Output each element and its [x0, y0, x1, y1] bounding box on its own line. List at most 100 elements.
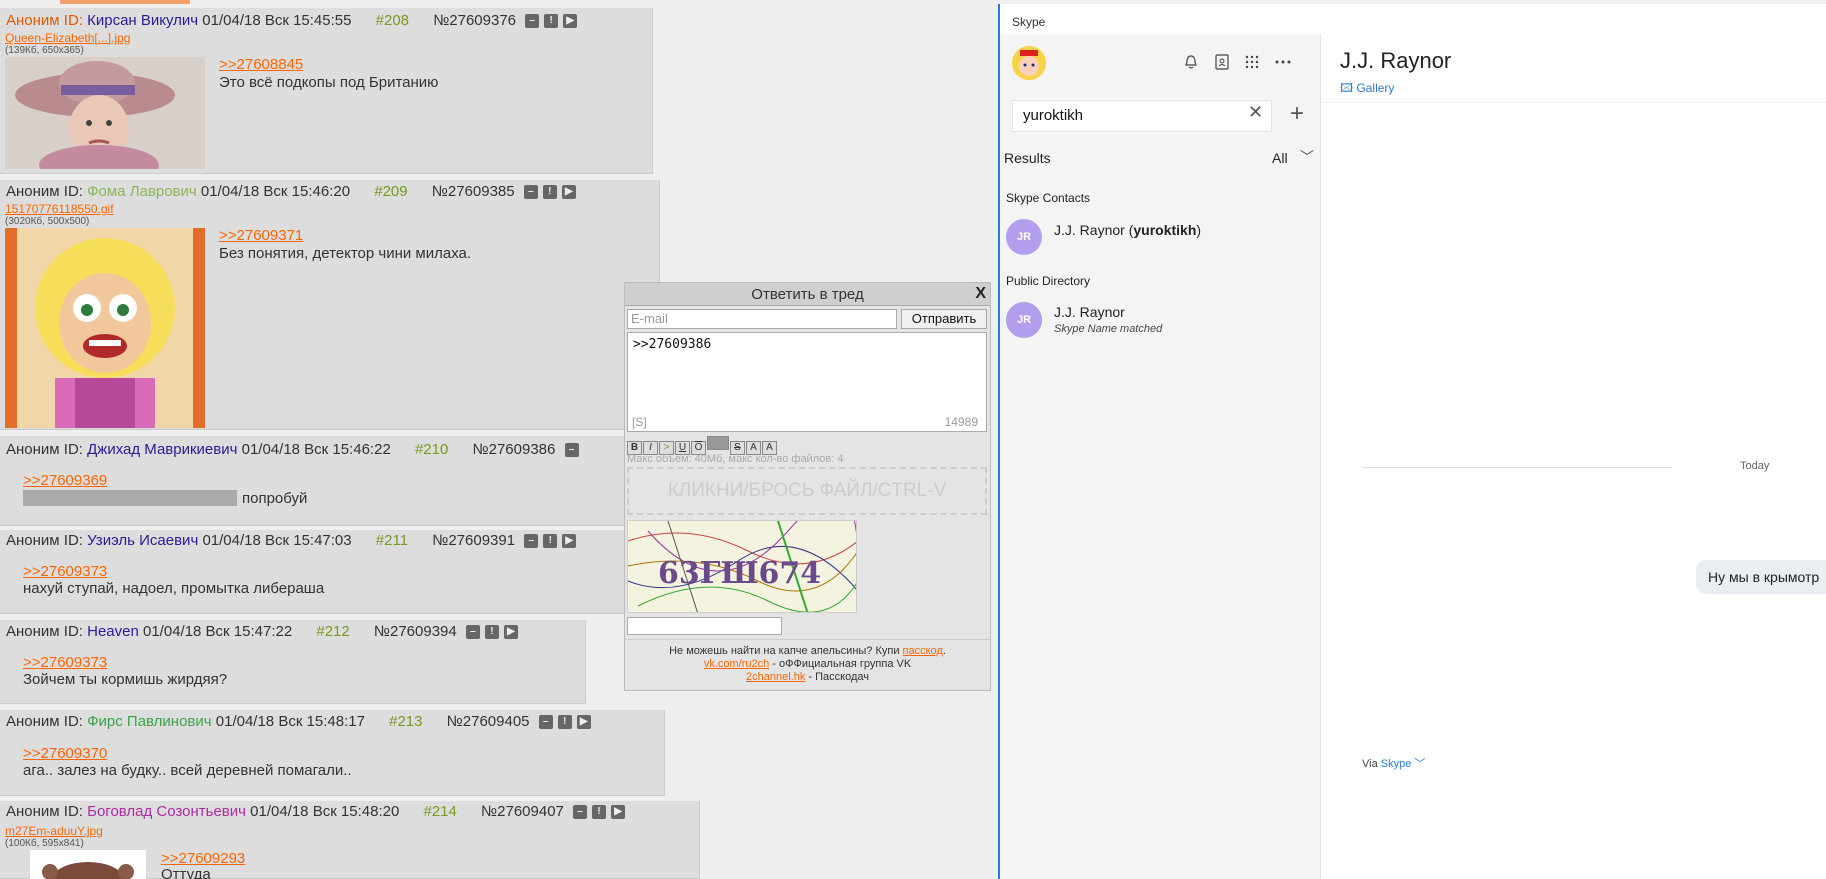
report-icon[interactable]: !: [484, 625, 499, 640]
skype-window: Skype yuroktikh ✕ + Results All ﹀ Skype …: [998, 4, 1826, 879]
post-number[interactable]: #209: [374, 183, 407, 200]
hide-icon[interactable]: –: [564, 443, 579, 458]
reply-link[interactable]: >>27609371: [219, 227, 303, 244]
post-id[interactable]: №27609391: [432, 532, 515, 549]
dialpad-icon[interactable]: [1244, 54, 1260, 75]
search-input[interactable]: yuroktikh: [1012, 100, 1272, 132]
post-message: Оттуда: [161, 866, 211, 879]
post-id[interactable]: №27609385: [432, 183, 515, 200]
directory-avatar[interactable]: JR: [1006, 302, 1042, 338]
send-button[interactable]: Отправить: [901, 309, 987, 329]
queen-image: [5, 57, 205, 169]
reply-link[interactable]: >>27609293: [161, 850, 245, 867]
footer-line-2: vk.com/ru2ch - оФФициальная группа VK: [625, 658, 990, 671]
post-header: Аноним ID: Джихад Маврикиевич 01/04/18 В…: [6, 441, 579, 458]
passcode-link[interactable]: пасскод: [903, 645, 943, 657]
report-icon[interactable]: !: [543, 534, 558, 549]
reply-link[interactable]: >>27609370: [23, 745, 107, 762]
contact-handle: yuroktikh: [1133, 222, 1197, 238]
spoiler-button[interactable]: [707, 436, 729, 450]
avatar[interactable]: [1012, 46, 1046, 80]
reply-link[interactable]: >>27608845: [219, 56, 303, 73]
directory-name[interactable]: J.J. Raynor: [1054, 304, 1125, 320]
post-date: 01/04/18 Вск 15:47:22: [143, 623, 293, 640]
play-icon[interactable]: ▶: [562, 534, 577, 549]
play-icon[interactable]: ▶: [563, 14, 578, 29]
post-date: 01/04/18 Вск 15:45:55: [202, 12, 352, 29]
report-icon[interactable]: !: [557, 715, 572, 730]
post-id[interactable]: №27609394: [374, 623, 457, 640]
play-icon[interactable]: ▶: [503, 625, 518, 640]
chat-title[interactable]: J.J. Raynor: [1340, 48, 1451, 74]
post-number[interactable]: #213: [389, 713, 422, 730]
hide-icon[interactable]: –: [524, 534, 539, 549]
hide-icon[interactable]: –: [465, 625, 480, 640]
attachment-filename[interactable]: m27Em-aduuY.jpg: [5, 824, 103, 838]
avatar-image: [1012, 46, 1046, 80]
window-title: Skype: [1012, 15, 1046, 29]
contacts-icon[interactable]: [1214, 54, 1230, 75]
add-icon[interactable]: +: [1290, 100, 1304, 128]
email-field[interactable]: E-mail: [627, 309, 897, 329]
comment-textarea[interactable]: >>27609386 [S] 14989: [627, 332, 987, 432]
post-id[interactable]: №27609405: [447, 713, 530, 730]
post-number[interactable]: #208: [376, 12, 409, 29]
anon-label: Аноним ID:: [6, 532, 83, 549]
comment-text: >>27609386: [633, 337, 712, 352]
post-id[interactable]: №27609376: [433, 12, 516, 29]
anon-label: Аноним ID:: [6, 12, 83, 29]
attachment-filename[interactable]: 15170776118550.gif: [5, 202, 114, 216]
post-id[interactable]: №27609407: [481, 803, 564, 820]
bell-icon[interactable]: [1183, 54, 1199, 75]
attachment-thumbnail[interactable]: [30, 850, 146, 879]
close-icon[interactable]: X: [975, 285, 986, 303]
post-number[interactable]: #211: [376, 532, 408, 549]
reply-form-title[interactable]: Ответить в тред: [625, 283, 990, 306]
chevron-down-icon[interactable]: ﹀: [1300, 147, 1314, 167]
hide-icon[interactable]: –: [573, 805, 588, 820]
captcha-input[interactable]: [627, 617, 782, 635]
reply-link[interactable]: >>27609369: [23, 472, 107, 489]
captcha-image[interactable]: 63ГШ674: [627, 520, 857, 613]
report-icon[interactable]: !: [542, 185, 557, 200]
filter-select[interactable]: All: [1272, 150, 1288, 166]
post-number[interactable]: #214: [424, 803, 457, 820]
more-options-icon[interactable]: [1275, 54, 1291, 75]
play-icon[interactable]: ▶: [561, 185, 576, 200]
attachment-thumbnail[interactable]: [5, 57, 205, 169]
attachment-thumbnail[interactable]: [5, 228, 205, 428]
results-label: Results: [1004, 150, 1051, 166]
post-header: Аноним ID: Кирсан Викулич 01/04/18 Вск 1…: [6, 12, 578, 29]
report-icon[interactable]: !: [592, 805, 607, 820]
gallery-link[interactable]: 🖾 Gallery: [1340, 79, 1394, 100]
file-limits: Макс объем: 40Мб, макс кол-во файлов: 4: [627, 453, 844, 465]
chevron-down-icon[interactable]: ﹀: [1411, 758, 1425, 770]
reply-link[interactable]: >>27609373: [23, 654, 107, 671]
via-skype-link[interactable]: Skype: [1381, 758, 1412, 770]
post-number[interactable]: #212: [316, 623, 349, 640]
hide-icon[interactable]: –: [525, 14, 540, 29]
post-message: попробуй: [242, 490, 308, 507]
post-number[interactable]: #210: [415, 441, 448, 458]
post-id[interactable]: №27609386: [473, 441, 556, 458]
contact-result[interactable]: J.J. Raynor (yuroktikh): [1054, 222, 1201, 238]
contact-avatar[interactable]: JR: [1006, 219, 1042, 255]
footer-text: Не можешь найти на капче апельсины? Купи: [669, 645, 903, 657]
file-dropzone[interactable]: КЛИКНИ/БРОСЬ ФАЙЛ/CTRL-V: [627, 467, 987, 515]
report-icon[interactable]: !: [544, 14, 559, 29]
message-bubble[interactable]: Ну мы в крымотр: [1696, 560, 1826, 594]
date-label: Today: [1740, 460, 1770, 472]
contact-name: J.J. Raynor: [1054, 222, 1125, 238]
play-icon[interactable]: ▶: [611, 805, 626, 820]
2channel-link[interactable]: 2channel.hk: [746, 671, 805, 683]
anon-label: Аноним ID:: [6, 183, 83, 200]
play-icon[interactable]: ▶: [576, 715, 591, 730]
close-icon[interactable]: ✕: [1248, 102, 1263, 123]
hide-icon[interactable]: –: [523, 185, 538, 200]
hide-icon[interactable]: –: [538, 715, 553, 730]
spoiler-block[interactable]: [23, 490, 237, 506]
attachment-filename[interactable]: Queen-Elizabeth[...].jpg: [5, 31, 130, 45]
vk-link[interactable]: vk.com/ru2ch: [704, 658, 769, 670]
reply-link[interactable]: >>27609373: [23, 563, 107, 580]
skype-sidebar: yuroktikh ✕ + Results All ﹀ Skype Contac…: [1000, 34, 1321, 879]
